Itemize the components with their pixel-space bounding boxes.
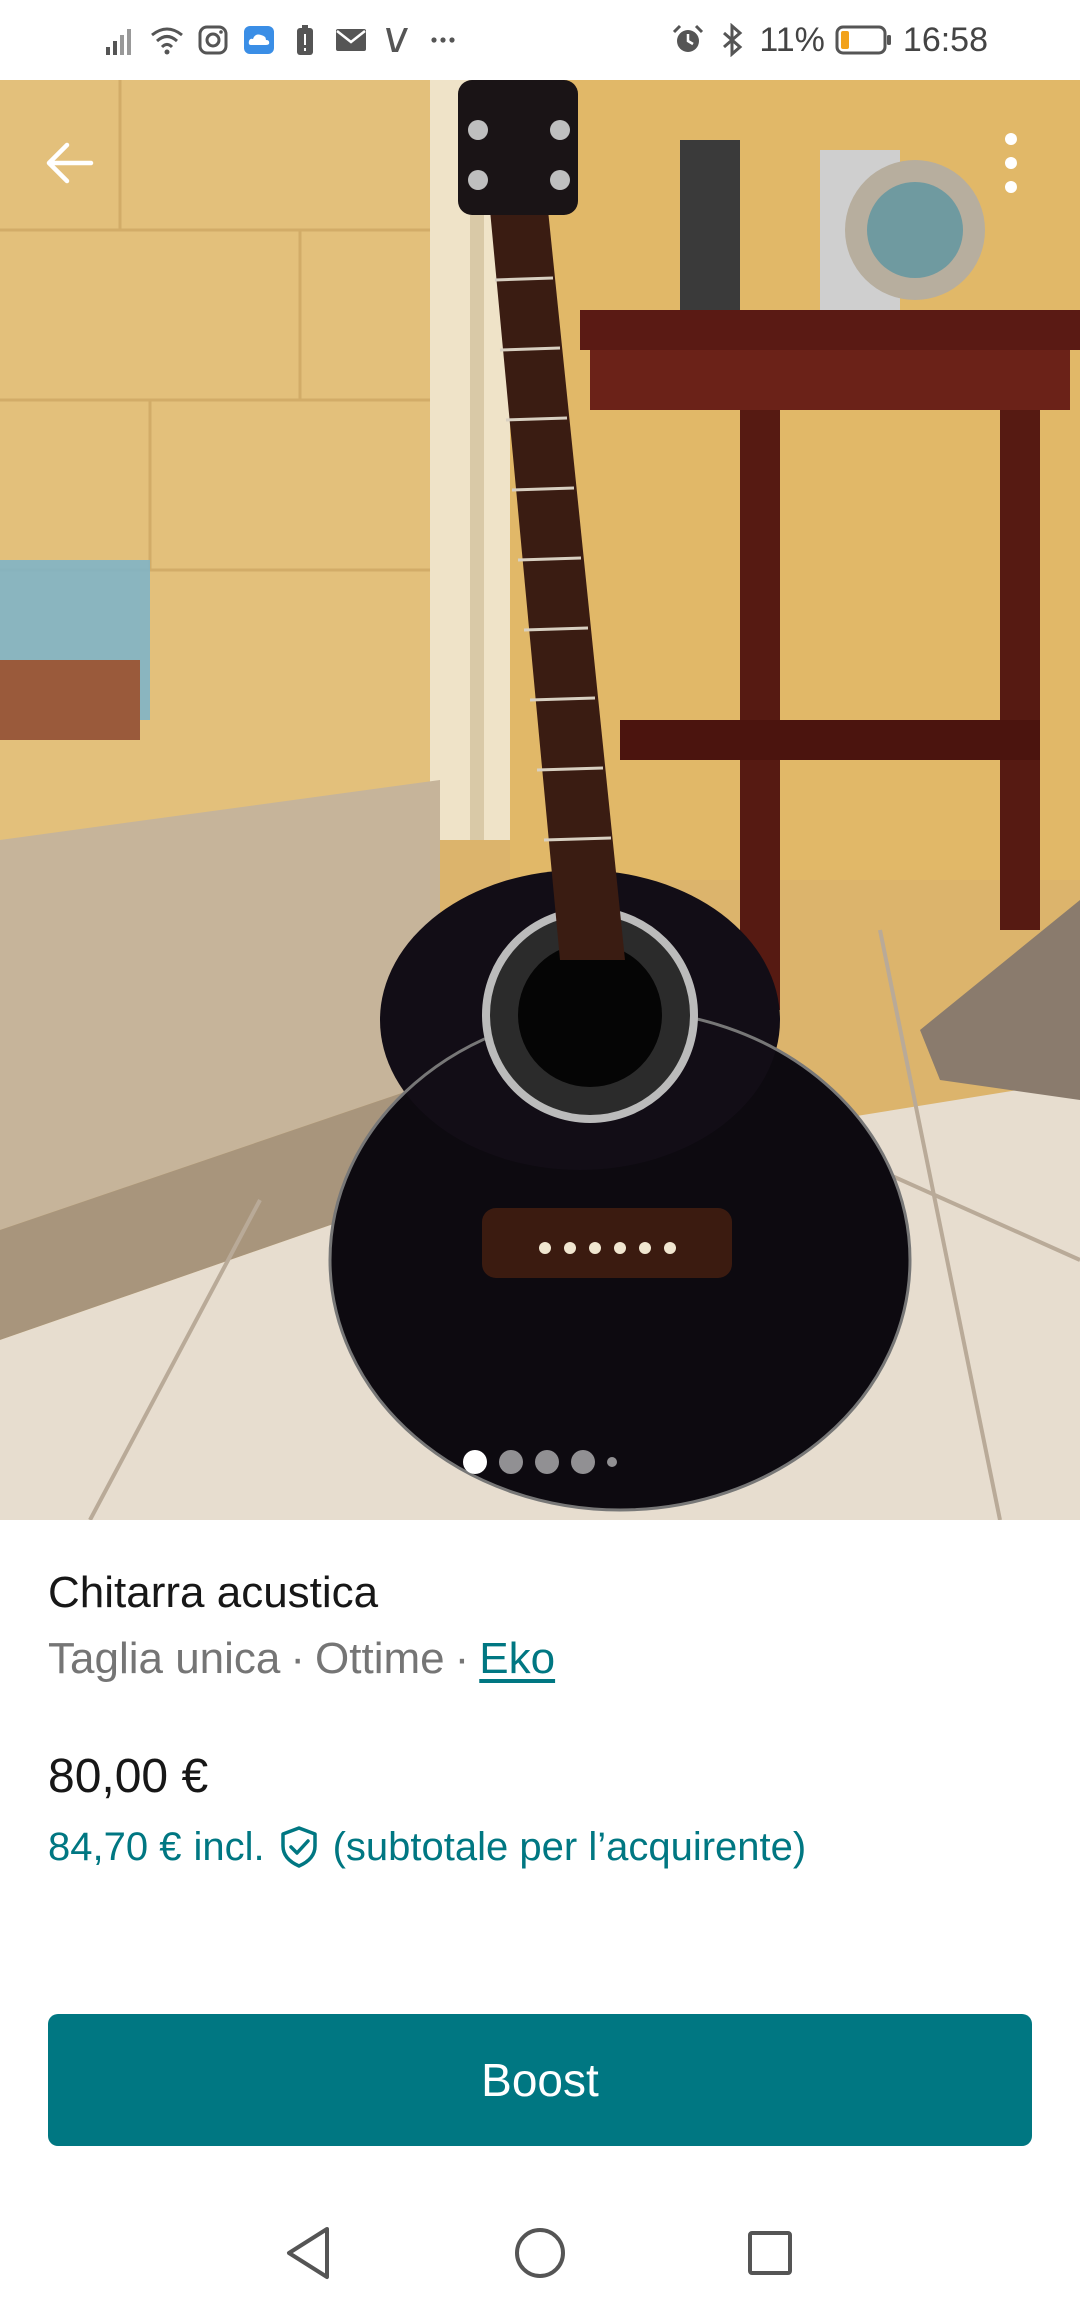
item-title: Chitarra acustica [48, 1568, 379, 1617]
wifi-icon [151, 27, 183, 55]
guitar-photo[interactable] [0, 80, 1080, 1520]
navigation-bar [0, 2190, 1080, 2312]
back-button[interactable] [24, 118, 114, 208]
gallery-dot[interactable] [499, 1450, 523, 1474]
buyer-subtotal-note: (subtotale per l’acquirente) [332, 1825, 807, 1869]
status-bar: 11% 16:58 [0, 0, 1080, 80]
nav-recents-button[interactable] [735, 2218, 805, 2288]
gallery-dot[interactable] [571, 1450, 595, 1474]
battery-saver-icon [297, 25, 313, 55]
mail-icon [336, 29, 366, 51]
incl-label: incl. [193, 1825, 265, 1869]
cloud-icon [244, 26, 274, 54]
gallery-dot[interactable] [463, 1450, 487, 1474]
v-app-icon [386, 28, 408, 52]
gallery-dot[interactable] [607, 1457, 617, 1467]
alarm-icon [673, 24, 704, 52]
more-vertical-icon [1005, 133, 1017, 193]
buyer-price: 84,70 € [48, 1825, 182, 1869]
item-condition: Ottime [315, 1634, 445, 1683]
item-price: 80,00 € [48, 1750, 209, 1803]
triangle-back-icon [287, 2227, 329, 2279]
nav-back-button[interactable] [273, 2218, 343, 2288]
battery-icon [835, 25, 891, 55]
separator: · [454, 1634, 470, 1683]
photo-gallery[interactable] [0, 80, 1080, 1520]
gallery-pagination [0, 1447, 1080, 1477]
item-details: Chitarra acustica Taglia unica · Ottime · Ek… [48, 1565, 1032, 1873]
more-notifications-icon [431, 37, 455, 43]
status-bar-right: 11% 16:58 [671, 18, 988, 62]
instagram-icon [198, 25, 228, 55]
shield-check-icon [280, 1826, 317, 1868]
nav-home-button[interactable] [505, 2218, 575, 2288]
square-recents-icon [748, 2231, 792, 2275]
boost-button[interactable]: Boost [48, 2014, 1032, 2146]
circle-home-icon [515, 2228, 565, 2278]
signal-icon [106, 29, 131, 55]
more-options-button[interactable] [966, 118, 1056, 208]
arrow-left-icon [46, 142, 94, 184]
gallery-dot[interactable] [535, 1450, 559, 1474]
item-attributes: Taglia unica · Ottime · Eko [48, 1631, 1032, 1687]
item-size: Taglia unica [48, 1634, 281, 1683]
item-brand-link[interactable]: Eko [479, 1634, 555, 1683]
clock: 16:58 [902, 20, 988, 59]
buyer-price-row[interactable]: 84,70 € incl. (subtotale per l’acquirent… [48, 1821, 1032, 1873]
separator: · [290, 1634, 306, 1683]
bluetooth-icon [723, 23, 743, 57]
battery-percent: 11% [759, 20, 825, 59]
status-bar-left [104, 18, 460, 62]
